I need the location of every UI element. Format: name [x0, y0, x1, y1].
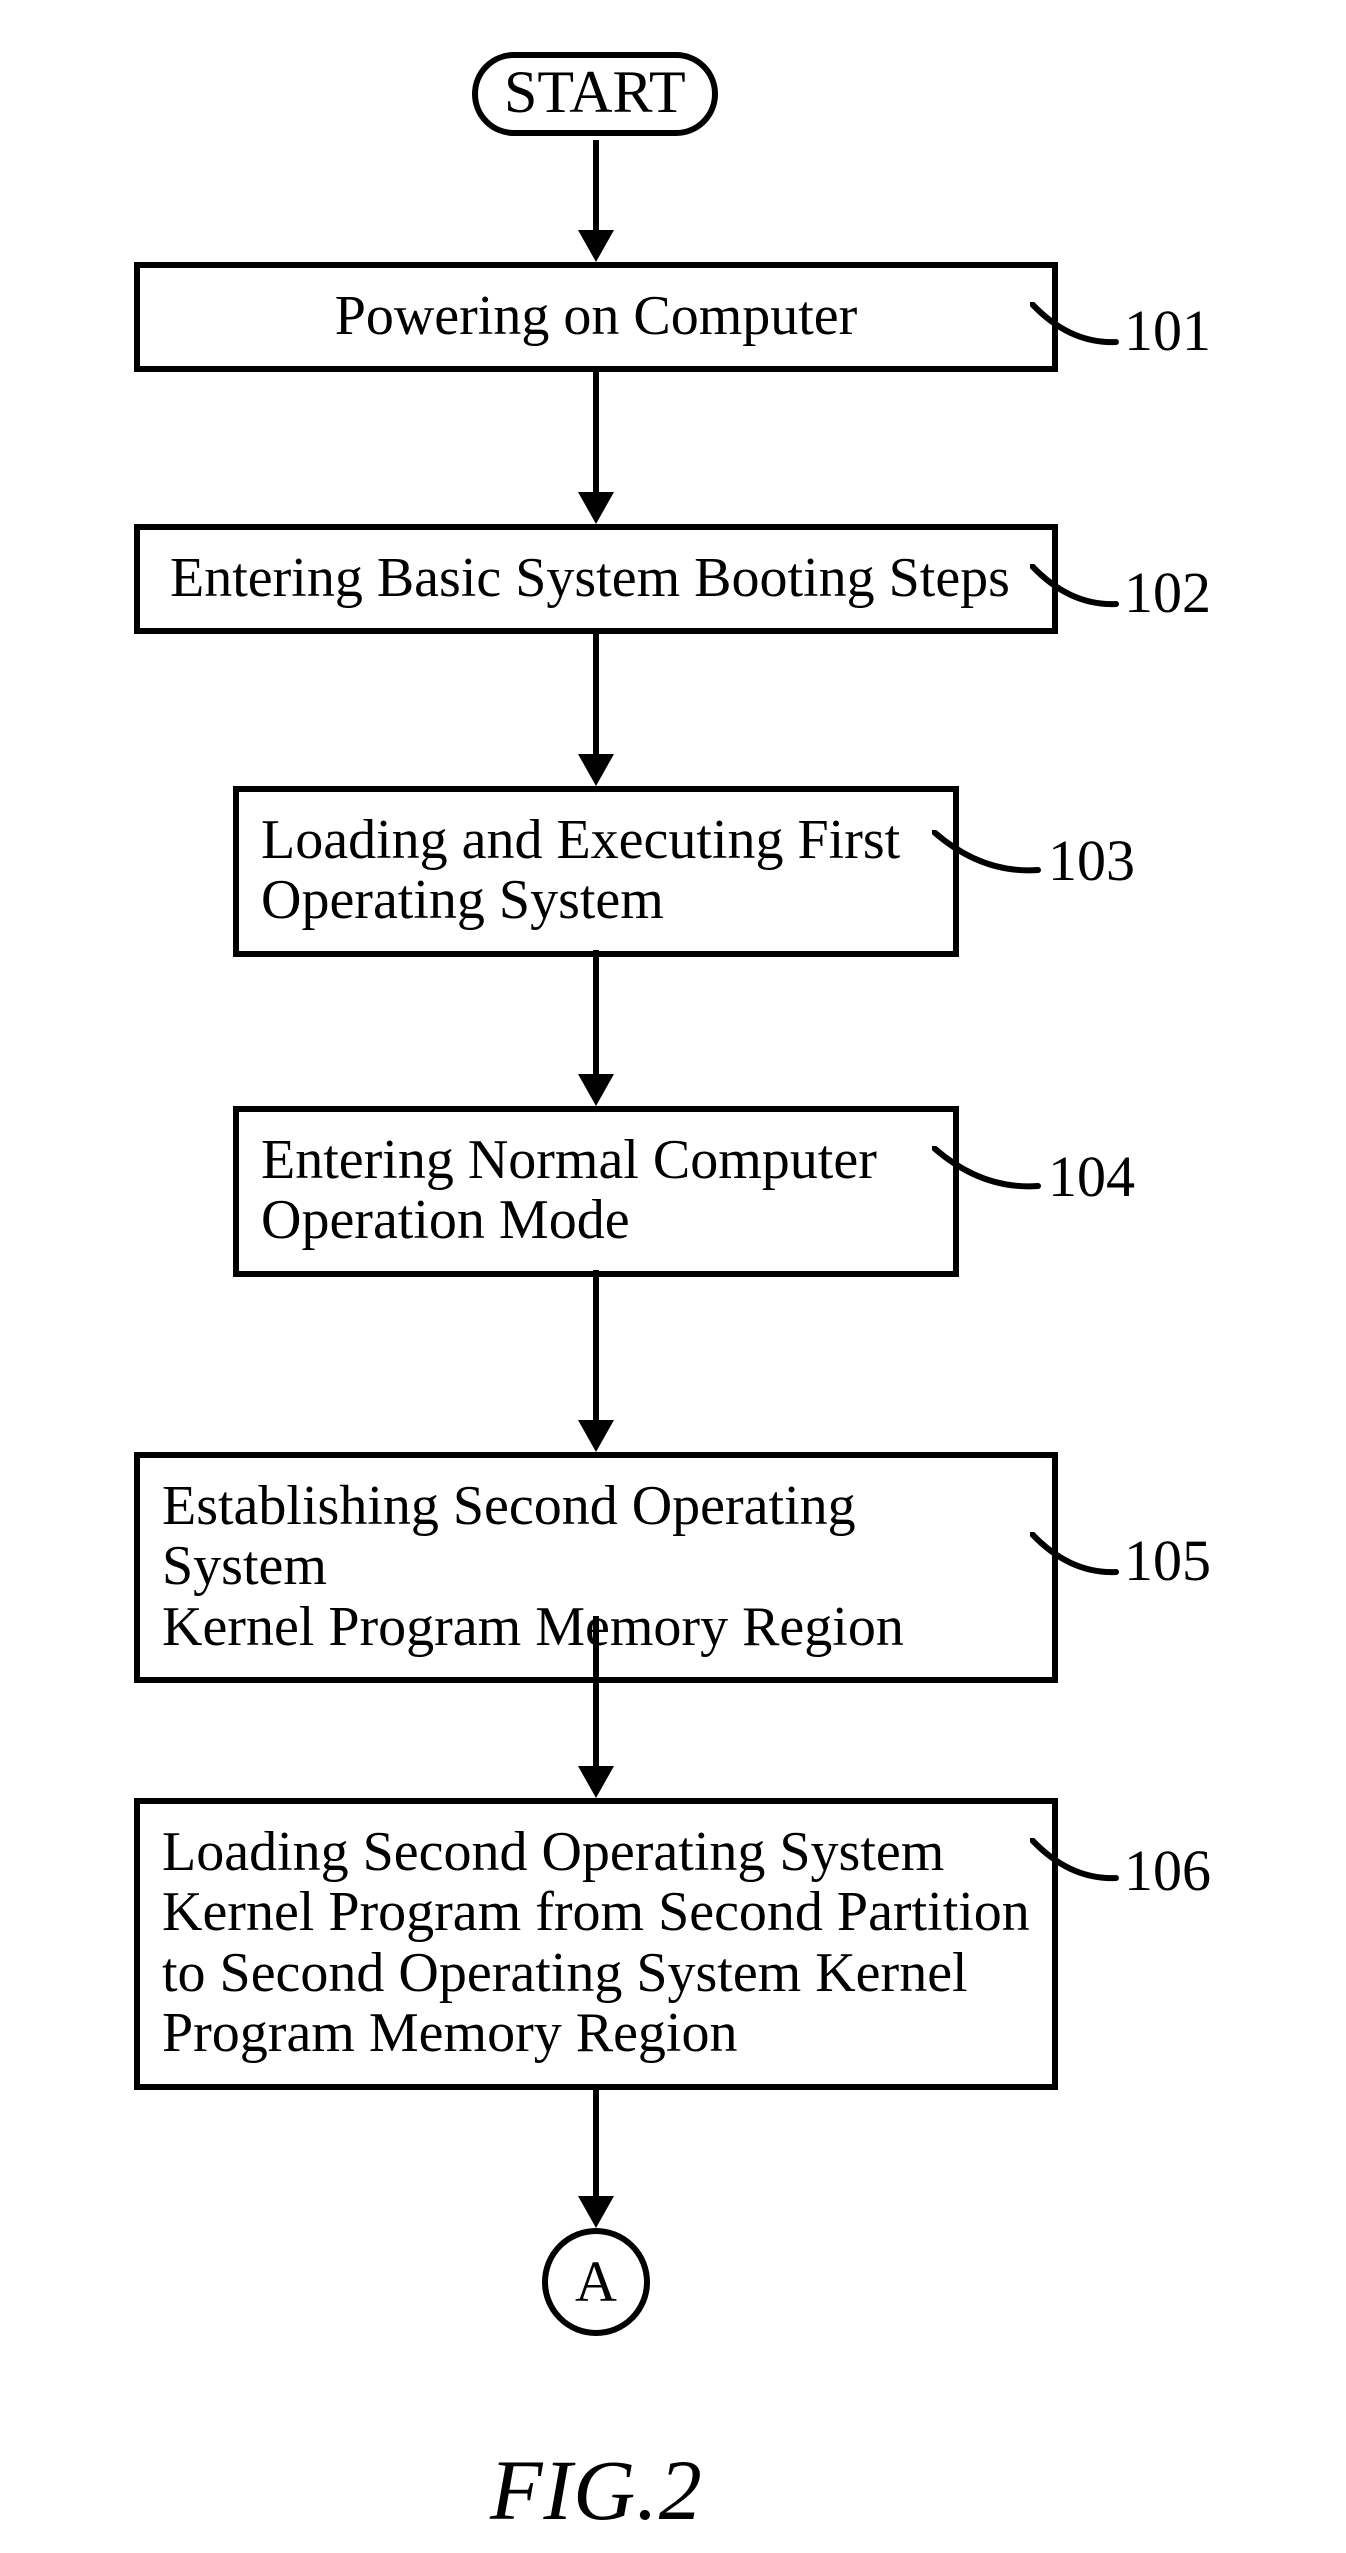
step-102-text: Entering Basic System Booting Steps: [170, 547, 1010, 609]
connector-a: A: [542, 2228, 650, 2336]
step-104-number: 104: [1048, 1148, 1135, 1206]
step-103-number: 103: [1048, 832, 1135, 890]
step-104-text: Entering Normal Computer Operation Mode: [261, 1129, 877, 1251]
step-101-text: Powering on Computer: [335, 285, 858, 347]
step-101-box: Powering on Computer: [134, 262, 1058, 372]
step-105-text: Establishing Second Operating System Ker…: [162, 1475, 904, 1658]
step-106-number: 106: [1124, 1842, 1211, 1900]
step-102-number: 102: [1124, 564, 1211, 622]
start-terminator: START: [472, 52, 718, 136]
step-103-box: Loading and Executing First Operating Sy…: [233, 786, 959, 957]
step-106-box: Loading Second Operating System Kernel P…: [134, 1798, 1058, 2090]
step-101-number: 101: [1124, 302, 1211, 360]
connector-a-label: A: [575, 2249, 617, 2314]
flowchart-canvas: START Powering on Computer 101 Entering …: [0, 0, 1346, 2553]
step-104-box: Entering Normal Computer Operation Mode: [233, 1106, 959, 1277]
figure-title: FIG.2: [490, 2440, 703, 2540]
step-103-text: Loading and Executing First Operating Sy…: [261, 809, 900, 931]
step-105-number: 105: [1124, 1532, 1211, 1590]
step-102-box: Entering Basic System Booting Steps: [134, 524, 1058, 634]
start-label: START: [504, 59, 686, 125]
step-106-text: Loading Second Operating System Kernel P…: [162, 1821, 1030, 2064]
